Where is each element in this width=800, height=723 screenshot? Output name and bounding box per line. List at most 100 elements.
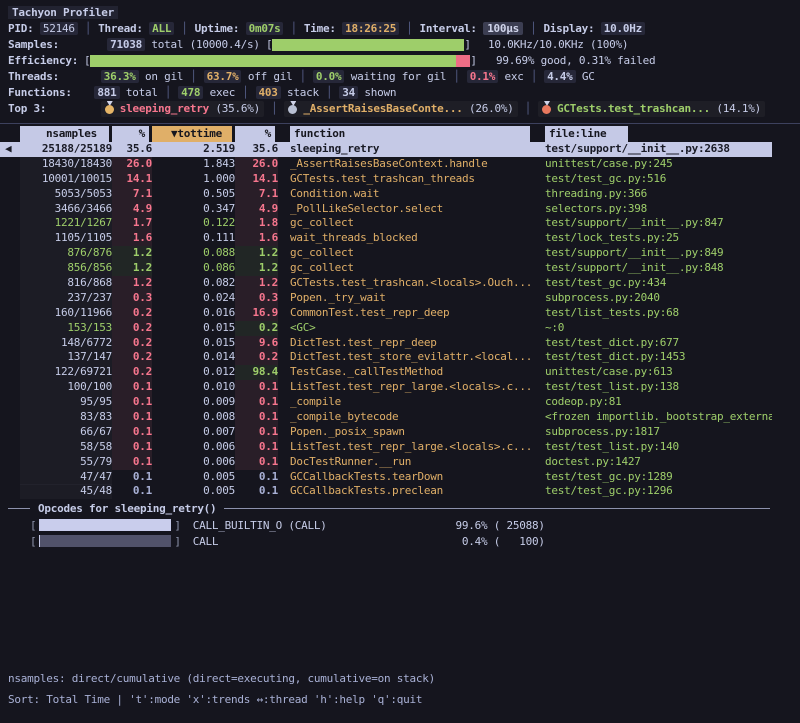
cell-function: DictTest.test_repr_deep xyxy=(290,336,533,351)
cell-cumulative-percent: 0.1 xyxy=(235,484,278,499)
cell-nsamples: 137/147 xyxy=(20,350,112,365)
cell-direct-percent: 7.1 xyxy=(112,187,152,202)
status-line: PID: 52146│Thread: ALL│Uptime: 0m07s│Tim… xyxy=(0,21,800,37)
threads-label: Threads: xyxy=(8,69,88,85)
functions-exec-label: exec xyxy=(203,86,235,99)
header-pct2[interactable]: % xyxy=(235,126,278,142)
header-pct1[interactable]: % xyxy=(112,126,152,142)
table-row[interactable]: 237/2370.30.0240.3Popen._try_waitsubproc… xyxy=(0,291,772,306)
samples-total: 71038 xyxy=(107,38,145,51)
divider: │ xyxy=(85,22,91,35)
table-row[interactable]: 160/119660.20.01616.9CommonTest.test_rep… xyxy=(0,306,772,321)
header-function[interactable]: function xyxy=(290,126,533,142)
divider: │ xyxy=(242,86,248,99)
cell-function: GCCallbackTests.tearDown xyxy=(290,470,533,485)
cell-cumulative-percent: 0.3 xyxy=(235,291,278,306)
top3-label: Top 3: xyxy=(8,101,88,117)
cell-cumulative-percent: 98.4 xyxy=(235,365,278,380)
cell-cumulative-percent: 0.2 xyxy=(235,350,278,365)
table-row[interactable]: 856/8561.20.0861.2gc_collecttest/support… xyxy=(0,261,772,276)
opcodes-separator: Opcodes for sleeping_retry() xyxy=(8,501,770,516)
cell-direct-percent: 0.2 xyxy=(112,321,152,336)
separator-line xyxy=(224,508,770,509)
cell-direct-percent: 0.2 xyxy=(112,336,152,351)
efficiency-summary: 99.69% good, 0.31% failed xyxy=(496,53,655,69)
cell-direct-percent: 1.2 xyxy=(112,246,152,261)
divider: │ xyxy=(181,22,187,35)
table-row[interactable]: 148/67720.20.0159.6DictTest.test_repr_de… xyxy=(0,336,772,351)
thread-value[interactable]: ALL xyxy=(149,22,174,35)
thread-label: Thread: xyxy=(98,22,143,35)
opcode-name: CALL xyxy=(193,535,425,548)
cell-file-line: test/support/__init__.py:848 xyxy=(545,261,772,276)
cell-direct-percent: 1.2 xyxy=(112,276,152,291)
footer: nsamples: direct/cumulative (direct=exec… xyxy=(0,668,800,710)
cell-file-line: codeop.py:81 xyxy=(545,395,772,410)
cell-file-line: test/test_gc.py:516 xyxy=(545,172,772,187)
table-row[interactable]: 10001/1001514.11.00014.1GCTests.test_tra… xyxy=(0,172,772,187)
header-tottime-sorted[interactable]: ▼tottime xyxy=(152,126,235,142)
table-row[interactable]: 1105/11051.60.1111.6wait_threads_blocked… xyxy=(0,231,772,246)
samples-line: Samples: 71038 total (10000.4/s)[]10.0KH… xyxy=(0,37,800,53)
table-row[interactable]: 66/670.10.0070.1Popen._posix_spawnsubpro… xyxy=(0,425,772,440)
table-row[interactable]: 58/580.10.0060.1ListTest.test_repr_large… xyxy=(0,440,772,455)
opcode-row: []CALL_BUILTIN_O (CALL)99.6% ( 25088) xyxy=(0,517,800,533)
table-row[interactable]: 816/8681.20.0821.2GCTests.test_trashcan.… xyxy=(0,276,772,291)
opcode-bar-fill xyxy=(39,519,170,531)
table-row[interactable]: 47/470.10.0050.1GCCallbackTests.tearDown… xyxy=(0,470,772,485)
cell-tottime: 0.024 xyxy=(152,291,235,306)
cell-cumulative-percent: 0.1 xyxy=(235,455,278,470)
table-row[interactable]: 45/480.10.0050.1GCCallbackTests.preclean… xyxy=(0,484,772,499)
table-row[interactable]: 876/8761.20.0881.2gc_collecttest/support… xyxy=(0,246,772,261)
table-row[interactable]: 5053/50537.10.5057.1Condition.waitthread… xyxy=(0,187,772,202)
cell-nsamples: 5053/5053 xyxy=(20,187,112,202)
opcode-name: CALL_BUILTIN_O (CALL) xyxy=(193,519,425,532)
table-row[interactable]: 137/1470.20.0140.2DictTest.test_store_ev… xyxy=(0,350,772,365)
header-nsamples[interactable]: nsamples xyxy=(20,126,112,142)
table-row[interactable]: 1221/12671.70.1221.8gc_collecttest/suppo… xyxy=(0,216,772,231)
cell-nsamples: 95/95 xyxy=(20,395,112,410)
table-row[interactable]: 3466/34664.90.3474.9_PollLikeSelector.se… xyxy=(0,202,772,217)
top3-percent: (26.0%) xyxy=(463,102,514,115)
cell-direct-percent: 0.1 xyxy=(112,440,152,455)
functions-stack: 403 xyxy=(256,86,281,99)
table-row[interactable]: ◀25188/2518935.62.51935.6sleeping_retryt… xyxy=(0,142,772,157)
table-row[interactable]: 153/1530.20.0150.2<GC>~:0 xyxy=(0,321,772,336)
nsamples-legend: nsamples: direct/cumulative (direct=exec… xyxy=(0,668,800,689)
time-value: 18:26:25 xyxy=(342,22,399,35)
cell-cumulative-percent: 0.1 xyxy=(235,380,278,395)
app-title: Tachyon Profiler xyxy=(8,6,118,19)
cell-file-line: test/support/__init__.py:847 xyxy=(545,216,772,231)
cell-file-line: subprocess.py:1817 xyxy=(545,425,772,440)
table-row[interactable]: 55/790.10.0060.1DocTestRunner.__rundocte… xyxy=(0,455,772,470)
cell-direct-percent: 14.1 xyxy=(112,172,152,187)
opcode-row: []CALL0.4% ( 100) xyxy=(0,533,800,549)
cell-function: Popen._posix_spawn xyxy=(290,425,533,440)
cell-direct-percent: 0.1 xyxy=(112,395,152,410)
cell-nsamples: 55/79 xyxy=(20,455,112,470)
cell-tottime: 0.016 xyxy=(152,306,235,321)
cell-nsamples: 10001/10015 xyxy=(20,172,112,187)
cell-function: wait_threads_blocked xyxy=(290,231,533,246)
cell-tottime: 0.014 xyxy=(152,350,235,365)
cell-function: _compile_bytecode xyxy=(290,410,533,425)
efficiency-line: Efficiency:[]99.69% good, 0.31% failed xyxy=(0,53,800,69)
functions-shown: 34 xyxy=(339,86,358,99)
top3-item: GCTests.test_trashcan... (14.1%) xyxy=(538,101,765,117)
functions-total: 881 xyxy=(94,86,119,99)
table-row[interactable]: 122/697210.20.01298.4TestCase._callTestM… xyxy=(0,365,772,380)
cell-tottime: 0.347 xyxy=(152,202,235,217)
cell-file-line: selectors.py:398 xyxy=(545,202,772,217)
table-row[interactable]: 83/830.10.0080.1_compile_bytecode<frozen… xyxy=(0,410,772,425)
interval-label: Interval: xyxy=(419,22,476,35)
functions-exec: 478 xyxy=(178,86,203,99)
table-row[interactable]: 100/1000.10.0100.1ListTest.test_repr_lar… xyxy=(0,380,772,395)
header-file-line[interactable]: file:line xyxy=(545,126,628,142)
cell-nsamples: 18430/18430 xyxy=(20,157,112,172)
cell-nsamples: 1221/1267 xyxy=(20,216,112,231)
table-row[interactable]: 18430/1843026.01.84326.0_AssertRaisesBas… xyxy=(0,157,772,172)
opcode-bar-track xyxy=(39,535,171,547)
silver-medal-icon xyxy=(288,101,298,114)
cell-function: DictTest.test_store_evilattr.<local... xyxy=(290,350,533,365)
table-row[interactable]: 95/950.10.0090.1_compilecodeop.py:81 xyxy=(0,395,772,410)
